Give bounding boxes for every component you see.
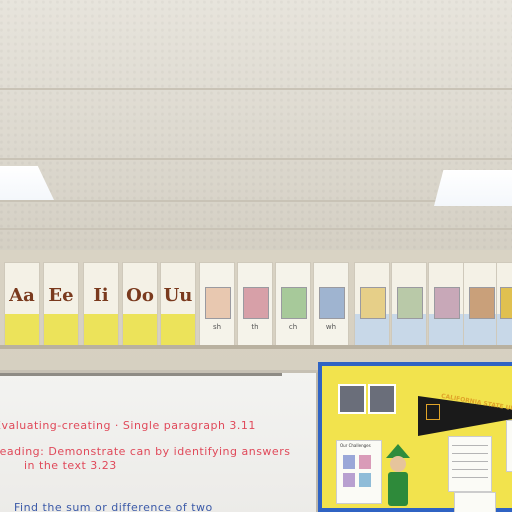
paper-picture [359, 455, 371, 469]
elf-body [388, 472, 408, 506]
alphabet-card-strip: Aa Ee Ii Oo Uu sh th ch wh [0, 262, 512, 348]
picture-card [463, 262, 499, 346]
bulletin-board: CALIFORNIA STATE UNIVERSITY LOS ANGELES … [318, 362, 512, 512]
ceiling [0, 0, 512, 256]
ceiling-light-left [0, 166, 54, 200]
picture-card: th [237, 262, 273, 346]
vowel-card: Ii [83, 262, 119, 346]
paper-title: Our Challenges [340, 443, 371, 448]
paper-line [452, 469, 488, 470]
ceiling-light-right [434, 170, 512, 206]
picture-card: wh [313, 262, 349, 346]
vowel-letters: Ee [48, 285, 74, 306]
vowel-card: Uu [160, 262, 196, 346]
card-sound-label: wh [325, 323, 337, 331]
elf-head [390, 456, 406, 472]
chick-picture [281, 287, 307, 319]
picture-card: sh [199, 262, 235, 346]
paper-line [452, 477, 488, 478]
whiteboard-text-line: in the text 3.23 [24, 459, 117, 472]
vowel-letters: Ii [93, 285, 109, 306]
vowel-letters: Oo [126, 285, 154, 306]
classroom-photo: Aa Ee Ii Oo Uu sh th ch wh Evaluating-cr… [0, 0, 512, 512]
card-picture [360, 287, 386, 319]
ceiling-grid-line [0, 88, 512, 90]
card-picture [434, 287, 460, 319]
whiteboard-top-rail [0, 373, 282, 376]
whiteboard-text-line: Reading: Demonstrate can by identifying … [0, 445, 291, 458]
university-logo-icon [426, 404, 440, 420]
picture-card [391, 262, 427, 346]
notice-paper [454, 492, 496, 512]
paper-line [452, 445, 488, 446]
paper-picture [343, 473, 355, 487]
ceiling-grid-line [0, 158, 512, 160]
vowel-card: Ee [43, 262, 79, 346]
picture-card [354, 262, 390, 346]
paper-line [452, 461, 488, 462]
student-photo [368, 384, 396, 414]
wall-ledge [0, 345, 512, 349]
card-picture [500, 287, 512, 319]
whiteboard: Evaluating-creating · Single paragraph 3… [0, 370, 320, 512]
card-sound-label: ch [288, 323, 298, 331]
paper-line [452, 453, 488, 454]
whale-picture [319, 287, 345, 319]
whiteboard-text-line: Find the sum or difference of two [14, 501, 213, 512]
card-sound-label: th [251, 323, 259, 331]
paper-picture [343, 455, 355, 469]
picture-card [496, 262, 512, 346]
whiteboard-text-line: Evaluating-creating · Single paragraph 3… [0, 419, 256, 432]
picture-card: ch [275, 262, 311, 346]
card-picture [469, 287, 495, 319]
thumb-picture [243, 287, 269, 319]
notice-paper [448, 436, 492, 492]
student-photo [338, 384, 366, 414]
vowel-letters: Uu [163, 285, 193, 306]
vowel-letters: Aa [9, 285, 35, 306]
picture-card [428, 262, 464, 346]
paper-picture [359, 473, 371, 487]
vowel-card: Aa [4, 262, 40, 346]
ceiling-grid-line [0, 228, 512, 230]
notice-paper [506, 420, 512, 472]
card-picture [397, 287, 423, 319]
vowel-card: Oo [122, 262, 158, 346]
poster-paper: Our Challenges [336, 440, 382, 504]
card-sound-label: sh [212, 323, 222, 331]
shell-picture [205, 287, 231, 319]
